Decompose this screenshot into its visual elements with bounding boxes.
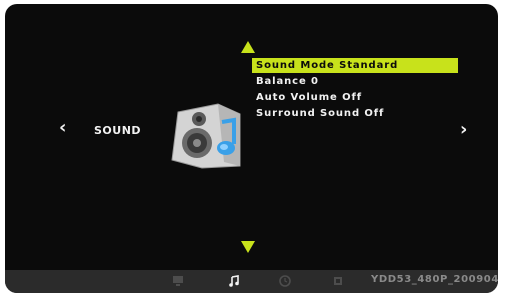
prev-category-arrow-icon[interactable]: ‹ — [59, 119, 66, 137]
menu-item-surround-sound[interactable]: Surround Sound Off — [252, 106, 458, 121]
osd-screen: ‹ SOUND Sound Mode Standard Balance 0 Au… — [5, 4, 498, 293]
menu-item-balance[interactable]: Balance 0 — [252, 74, 458, 89]
sound-menu: Sound Mode Standard Balance 0 Auto Volum… — [252, 58, 458, 122]
clock-icon[interactable] — [278, 274, 292, 288]
scroll-up-arrow-icon[interactable] — [241, 41, 255, 53]
bottom-bar: YDD53_480P_200904 — [5, 270, 498, 293]
sound-note-icon[interactable] — [227, 274, 241, 288]
menu-item-auto-volume[interactable]: Auto Volume Off — [252, 90, 458, 105]
speaker-icon — [171, 103, 241, 169]
category-title: SOUND — [94, 124, 142, 137]
picture-icon[interactable] — [171, 274, 185, 288]
scroll-down-arrow-icon[interactable] — [241, 241, 255, 253]
model-text: YDD53_480P_200904 — [371, 274, 498, 285]
settings-icon[interactable] — [331, 274, 345, 288]
next-category-arrow-icon[interactable]: › — [460, 121, 467, 139]
menu-item-sound-mode[interactable]: Sound Mode Standard — [252, 58, 458, 73]
